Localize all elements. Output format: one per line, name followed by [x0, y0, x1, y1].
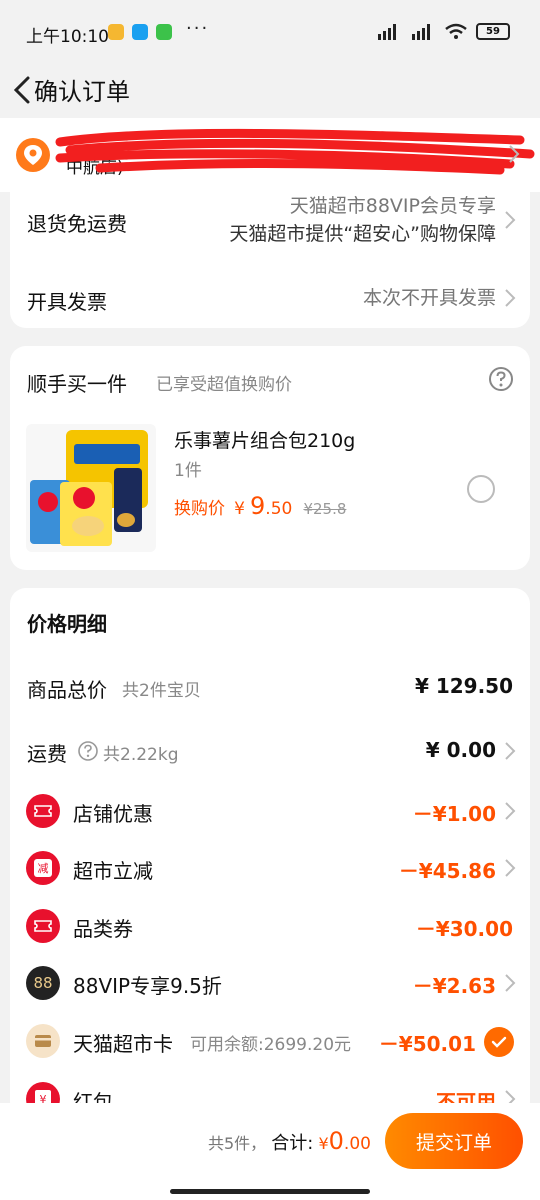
- original-price: ¥25.8: [303, 500, 347, 518]
- message-app-icon: [132, 24, 148, 40]
- shipping-weight: 共2.22kg: [103, 745, 179, 765]
- price-decimal: .50: [265, 499, 293, 519]
- price-detail-title: 价格明细: [27, 612, 107, 636]
- vip88-icon: 88: [26, 966, 60, 1000]
- market-card-value: －¥50.01: [378, 1032, 476, 1056]
- chevron-right-icon: [505, 802, 516, 820]
- category-coupon-value: －¥30.00: [415, 917, 513, 941]
- addon-select-radio[interactable]: [467, 475, 495, 503]
- addon-card: 顺手买一件 已享受超值换购价 乐事薯片组合包210g 1件 换购价 ¥ 9.50…: [10, 346, 530, 570]
- notes-app-icon: [108, 24, 124, 40]
- market-card-icon: [26, 1024, 60, 1058]
- market-card-balance: 可用余额:2699.20元: [190, 1035, 352, 1055]
- status-right: 59: [376, 22, 510, 40]
- price-label: 换购价: [174, 499, 225, 519]
- return-free-label: 退货免运费: [27, 212, 127, 236]
- price-currency: ¥: [234, 499, 245, 519]
- redaction-scribble: [55, 128, 535, 175]
- coupon-icon: [26, 794, 60, 828]
- chevron-right-icon: [505, 289, 516, 307]
- addon-title: 顺手买一件: [27, 372, 127, 396]
- category-coupon-label: 品类券: [73, 917, 133, 941]
- total-currency: ¥: [318, 1134, 329, 1153]
- price-detail-card: 价格明细 商品总价 共2件宝贝 ¥ 129.50 运费 共2.22kg ¥ 0.…: [10, 588, 530, 1118]
- vip-discount-label: 88VIP专享9.5折: [73, 974, 222, 998]
- goods-total-value: ¥ 129.50: [414, 674, 513, 698]
- chevron-right-icon: [509, 145, 520, 163]
- instant-discount-icon: 减: [26, 851, 60, 885]
- page-header: 确认订单: [0, 62, 540, 118]
- signal-icon-2: [412, 24, 430, 40]
- chevron-right-icon: [505, 742, 516, 760]
- market-card-label: 天猫超市卡: [73, 1032, 173, 1056]
- wifi-icon: [445, 23, 467, 39]
- invoice-label: 开具发票: [27, 290, 107, 314]
- addon-subtitle: 已享受超值换购价: [156, 375, 292, 395]
- return-free-line2: 天猫超市提供“超安心”购物保障: [229, 223, 496, 245]
- product-qty: 1件: [174, 461, 202, 481]
- status-time: 上午10:10: [26, 27, 109, 47]
- addon-price: 换购价 ¥ 9.50 ¥25.8: [174, 492, 346, 520]
- more-notifications-icon: ···: [186, 18, 210, 39]
- market-discount-label: 超市立减: [73, 859, 153, 883]
- checkout-bar: 共5件， 合计: ¥0.00 提交订单: [0, 1103, 540, 1200]
- address-card[interactable]: 中航店): [0, 118, 540, 192]
- page-title: 确认订单: [34, 78, 130, 106]
- help-icon[interactable]: [77, 740, 99, 762]
- chevron-right-icon: [505, 211, 516, 229]
- goods-total-label: 商品总价: [27, 678, 107, 702]
- checkmark-icon[interactable]: [484, 1027, 514, 1057]
- item-count: 共5件，: [208, 1134, 267, 1153]
- shipping-label: 运费: [27, 742, 67, 766]
- product-image[interactable]: [26, 424, 156, 552]
- return-free-info[interactable]: 天猫超市88VIP会员专享 天猫超市提供“超安心”购物保障: [229, 192, 496, 248]
- category-coupon-icon: [26, 909, 60, 943]
- chevron-right-icon: [505, 974, 516, 992]
- shop-discount-label: 店铺优惠: [73, 802, 153, 826]
- total-integer: 0: [328, 1127, 344, 1155]
- vip-discount-value[interactable]: －¥2.63: [413, 970, 496, 999]
- goods-count: 共2件宝贝: [122, 681, 201, 701]
- total-decimal: .00: [343, 1134, 371, 1154]
- total-label: 合计:: [271, 1133, 314, 1154]
- market-discount-value[interactable]: －¥45.86: [399, 855, 496, 884]
- submit-order-button[interactable]: 提交订单: [385, 1113, 523, 1169]
- signal-icon: [378, 24, 396, 40]
- return-free-line1: 天猫超市88VIP会员专享: [289, 195, 496, 217]
- service-card: 退货免运费 天猫超市88VIP会员专享 天猫超市提供“超安心”购物保障 开具发票…: [10, 192, 530, 328]
- download-app-icon: [156, 24, 172, 40]
- shipping-value[interactable]: ¥ 0.00: [426, 738, 496, 762]
- jian-badge: 减: [34, 859, 52, 877]
- vip88-text: 88: [33, 974, 53, 992]
- checkout-summary: 共5件， 合计: ¥0.00: [208, 1127, 371, 1155]
- battery-icon: 59: [476, 22, 510, 40]
- home-indicator: [170, 1189, 370, 1194]
- help-icon[interactable]: [488, 366, 514, 392]
- shop-discount-value[interactable]: －¥1.00: [413, 798, 496, 827]
- status-bar: 上午10:10 ··· 59: [0, 0, 540, 62]
- product-name[interactable]: 乐事薯片组合包210g: [174, 426, 355, 453]
- chips-product-image: [30, 430, 148, 546]
- price-integer: 9: [250, 492, 266, 520]
- invoice-value[interactable]: 本次不开具发票: [363, 284, 496, 312]
- chevron-right-icon: [505, 859, 516, 877]
